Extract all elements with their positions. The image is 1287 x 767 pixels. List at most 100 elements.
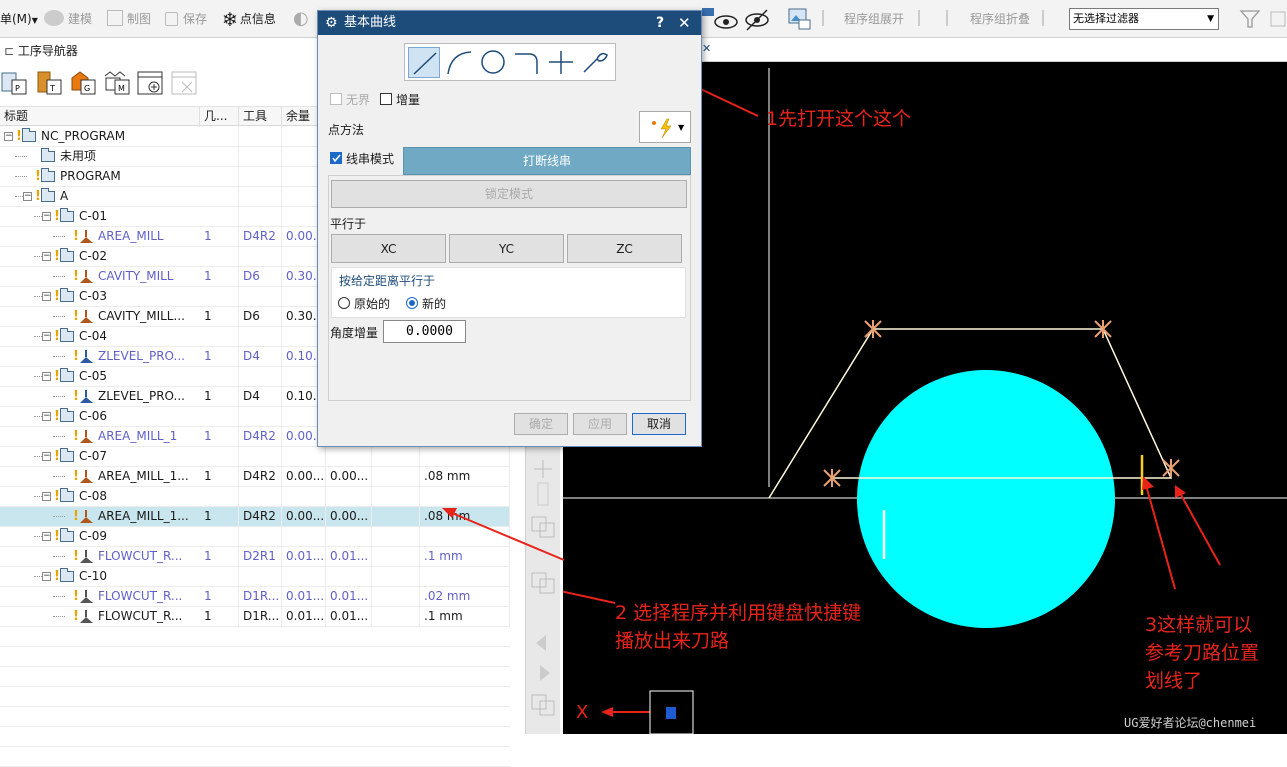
collapse-toggle-icon[interactable]: −: [42, 332, 51, 341]
gear-icon: ⚙: [325, 15, 338, 31]
build-label: 建模: [68, 12, 93, 26]
collapse-toggle-icon[interactable]: −: [42, 212, 51, 221]
point-method-dropdown[interactable]: ▼: [639, 111, 691, 143]
apply-button[interactable]: 应用: [573, 413, 627, 435]
help-button[interactable]: ?: [656, 11, 664, 35]
row-col3: [239, 127, 282, 147]
operation-icon: [80, 230, 93, 243]
folder-icon: [60, 568, 74, 582]
row-col2: 1: [200, 307, 239, 327]
line-icon[interactable]: [408, 47, 440, 78]
break-string-button[interactable]: 打断线串: [403, 147, 691, 175]
row-col7: [420, 487, 510, 507]
table-row[interactable]: ! FLOWCUT_R... 1 D1R... 0.01... 0.01... .1 mm: [0, 607, 510, 627]
save-button[interactable]: 保存: [165, 9, 207, 29]
collapse-toggle-icon[interactable]: −: [42, 532, 51, 541]
collapse-toggle-icon[interactable]: −: [42, 572, 51, 581]
row-col2: 1: [200, 267, 239, 287]
more-icon[interactable]: [1268, 7, 1287, 31]
yc-button[interactable]: YC: [449, 234, 564, 263]
row-col7: .08 mm: [420, 467, 510, 487]
fillet-icon[interactable]: [511, 47, 543, 78]
sort-icon[interactable]: [1042, 9, 1062, 29]
selection-filter-dropdown[interactable]: 无选择过滤器 ▼: [1069, 8, 1219, 30]
point-info-button[interactable]: ❄ 点信息: [222, 9, 276, 30]
method-view-icon[interactable]: M: [102, 68, 132, 98]
circle-icon[interactable]: [477, 47, 509, 78]
image-view-icon[interactable]: [787, 7, 813, 31]
funnel-icon[interactable]: [1238, 7, 1262, 31]
table-row[interactable]: −! C-07: [0, 447, 510, 467]
empty-row: [0, 667, 510, 687]
menu-button[interactable]: 单(M)▼: [0, 9, 38, 29]
warning-icon: !: [73, 349, 79, 364]
row-col2: 1: [200, 547, 239, 567]
table-row[interactable]: ! FLOWCUT_R... 1 D1R... 0.01... 0.01... .02 mm: [0, 587, 510, 607]
increment-checkbox[interactable]: [380, 93, 392, 105]
annotation-step-3-line-1: 3这样就可以: [1145, 614, 1253, 636]
unbounded-checkbox[interactable]: [330, 93, 342, 105]
row-col5: [326, 527, 372, 547]
table-row[interactable]: −! C-09: [0, 527, 510, 547]
ok-button[interactable]: 确定: [514, 413, 568, 435]
table-row[interactable]: ! AREA_MILL_1... 1 D4R2 0.00... 0.00... .08 mm: [0, 467, 510, 487]
lock-mode-button[interactable]: 锁定模式: [331, 180, 687, 208]
point-info-label: 点信息: [239, 12, 276, 26]
delete-view-icon[interactable]: [170, 68, 200, 98]
moon-icon[interactable]: ◐: [293, 9, 309, 29]
dialog-title-bar[interactable]: ⚙ 基本曲线 ? ✕: [318, 11, 701, 35]
xc-button[interactable]: XC: [331, 234, 446, 263]
table-row[interactable]: ! AREA_MILL_1... 1 D4R2 0.00... 0.00... .08 mm: [0, 507, 510, 527]
collapse-toggle-icon[interactable]: −: [4, 132, 13, 141]
close-button[interactable]: ✕: [678, 11, 691, 35]
lock-icon: [165, 12, 178, 26]
draft-button[interactable]: 制图: [107, 9, 151, 29]
geometry-view-icon[interactable]: G: [68, 68, 98, 98]
zc-button[interactable]: ZC: [567, 234, 682, 263]
empty-row: [0, 707, 510, 727]
collapse-toggle-icon[interactable]: −: [42, 372, 51, 381]
create-program-icon[interactable]: [136, 68, 166, 98]
cancel-button[interactable]: 取消: [632, 413, 686, 435]
row-col5: 0.00...: [326, 507, 372, 527]
collapse-toggle-icon[interactable]: −: [42, 252, 51, 261]
new-radio[interactable]: [406, 297, 418, 309]
tab-close-icon[interactable]: ✕: [702, 42, 711, 55]
original-radio[interactable]: [338, 297, 350, 309]
program-order-view-icon[interactable]: P: [0, 68, 30, 98]
col-header-title[interactable]: 标题: [0, 107, 200, 127]
string-mode-checkbox[interactable]: [330, 152, 342, 164]
eye-hide-icon[interactable]: [743, 6, 771, 32]
offset-parallel-label: 按给定距离平行于: [339, 274, 436, 288]
menu-label: 单(M): [0, 12, 32, 26]
operation-icon: [80, 470, 93, 483]
trim-icon[interactable]: [545, 47, 577, 78]
folder-icon: [60, 328, 74, 342]
collapse-toggle-icon[interactable]: −: [23, 192, 32, 201]
table-row[interactable]: −! C-08: [0, 487, 510, 507]
eye-icon[interactable]: [702, 6, 742, 32]
row-col2: 1: [200, 387, 239, 407]
collapse-groups-button[interactable]: 程序组折叠: [946, 9, 1030, 29]
table-row[interactable]: ! FLOWCUT_R... 1 D2R1 0.01... 0.01... .1 mm: [0, 547, 510, 567]
row-col3: [239, 147, 282, 167]
row-col3: D6: [239, 267, 282, 287]
table-row[interactable]: −! C-10: [0, 567, 510, 587]
collapse-toggle-icon[interactable]: −: [42, 292, 51, 301]
edit-parameters-icon[interactable]: [579, 47, 611, 78]
angle-increment-input[interactable]: [383, 320, 466, 343]
expand-groups-button[interactable]: 程序组展开: [822, 9, 904, 29]
collapse-toggle-icon[interactable]: −: [42, 492, 51, 501]
col-header-geometry[interactable]: 几...: [200, 107, 239, 127]
collapse-toggle-icon[interactable]: −: [42, 452, 51, 461]
navigator-title: 工序导航器: [17, 44, 78, 58]
machine-tool-view-icon[interactable]: T: [34, 68, 64, 98]
collapse-toggle-icon[interactable]: −: [42, 412, 51, 421]
row-col3: D1R...: [239, 587, 282, 607]
build-button[interactable]: 建模: [44, 9, 92, 29]
tree-icon[interactable]: [918, 9, 938, 29]
graphics-tab-strip: ✕: [700, 38, 1287, 62]
save-label: 保存: [183, 12, 208, 26]
col-header-tool[interactable]: 工具: [239, 107, 282, 127]
arc-icon[interactable]: [443, 47, 475, 78]
